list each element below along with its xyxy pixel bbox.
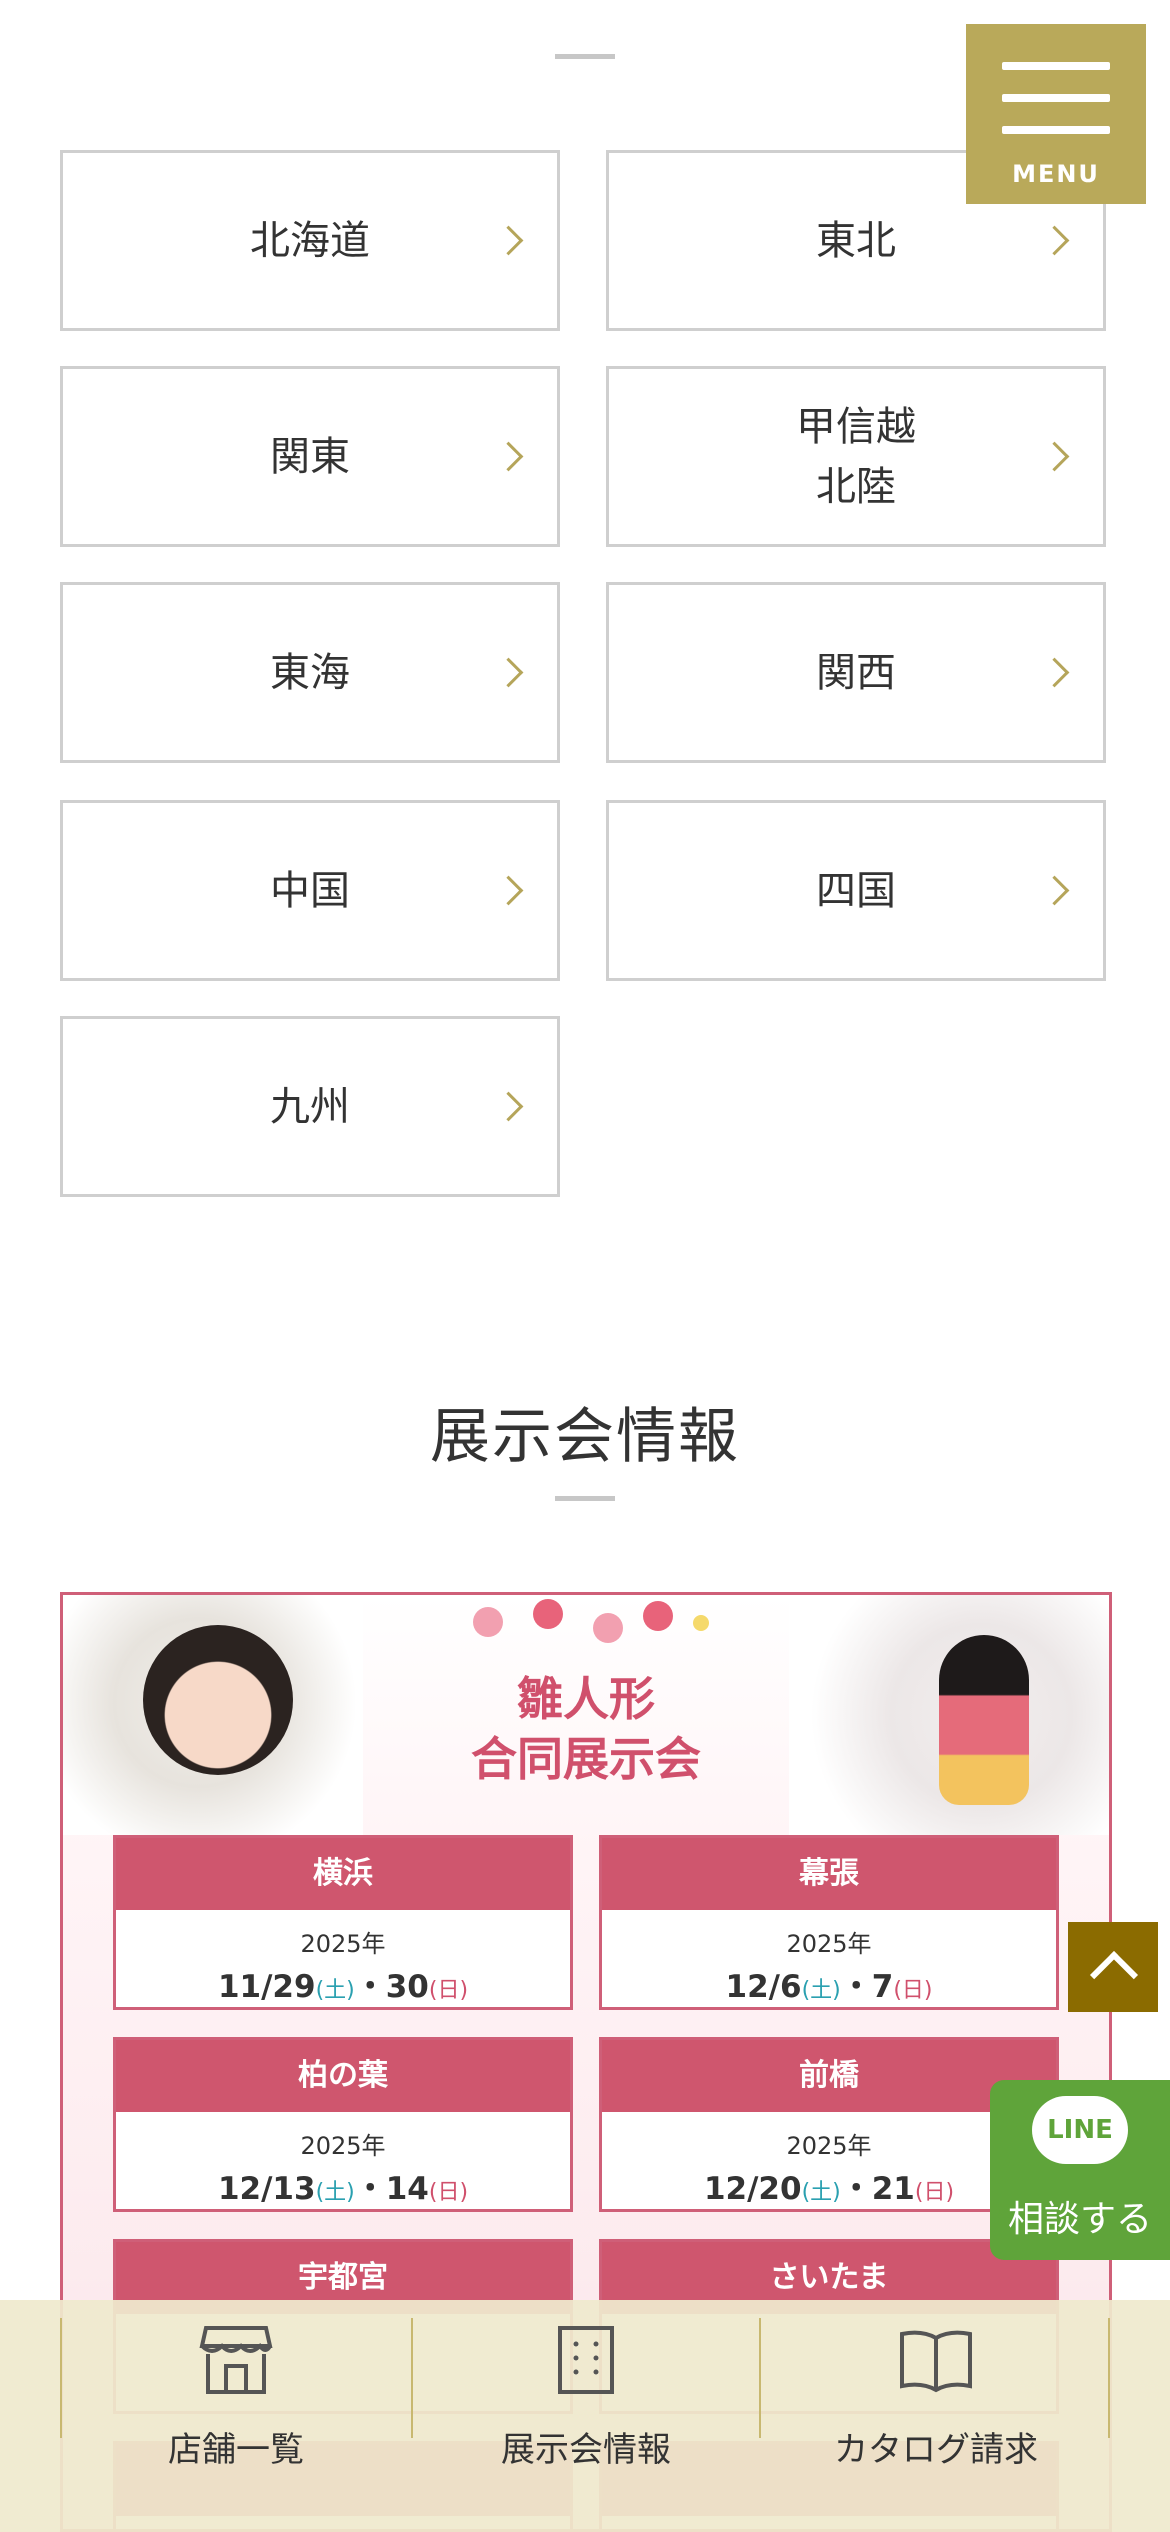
nav-item-exhibition[interactable]: 展示会情報 [412,2318,760,2478]
chevron-right-icon [1039,657,1070,687]
venue-dates: 12/6(土)・7(日) [725,1969,933,2005]
chevron-right-icon [493,875,524,905]
region-label: 甲信越 北陸 [796,403,916,510]
nav-divider [411,2318,413,2438]
venue-name: 幕張 [602,1838,1056,1910]
nav-divider [1108,2318,1110,2438]
venue-dates: 12/13(土)・14(日) [217,2171,469,2207]
region-button-kanto[interactable]: 関東 [60,366,560,547]
region-label: 中国 [270,867,350,914]
plum-blossom-decoration [443,1595,733,1665]
venue-year: 2025年 [300,2132,386,2160]
venue-year: 2025年 [300,1930,386,1958]
chevron-right-icon [493,657,524,687]
menu-label: MENU [1012,160,1100,188]
nav-label: 展示会情報 [501,2430,671,2470]
region-button-tokai[interactable]: 東海 [60,582,560,763]
section-title-rule [555,1496,615,1501]
region-button-kyushu[interactable]: 九州 [60,1016,560,1197]
line-consult-button[interactable]: LINE 相談する [990,2080,1170,2260]
venue-name: 横浜 [116,1838,570,1910]
menu-button[interactable]: MENU [966,24,1146,204]
venue-card-yokohama[interactable]: 横浜 2025年 11/29(土)・30(日) [113,1835,573,2010]
chevron-right-icon [1039,441,1070,471]
region-label: 九州 [270,1083,350,1130]
nav-label: カタログ請求 [834,2430,1038,2470]
bottom-nav: 店舗一覧 展示会情報 カタログ請求 [0,2300,1170,2532]
region-label: 東北 [816,217,896,264]
chevron-right-icon [493,1091,524,1121]
region-button-shikoku[interactable]: 四国 [606,800,1106,981]
region-label: 関東 [270,433,350,480]
section-title-rule [555,54,615,59]
building-icon [558,2326,614,2394]
region-button-koshinetsu-hokuriku[interactable]: 甲信越 北陸 [606,366,1106,547]
region-button-hokkaido[interactable]: 北海道 [60,150,560,331]
storefront-icon [199,2326,273,2394]
hamburger-icon [1002,62,1110,70]
scroll-to-top-button[interactable] [1068,1922,1158,2012]
exhibition-section-title: 展示会情報 [430,1402,740,1472]
chevron-right-icon [493,441,524,471]
venue-dates: 11/29(土)・30(日) [217,1969,469,2005]
venue-year: 2025年 [786,2132,872,2160]
venue-card-makuhari[interactable]: 幕張 2025年 12/6(土)・7(日) [599,1835,1059,2010]
chevron-up-icon [1089,1950,1139,2000]
venue-dates: 12/20(土)・21(日) [703,2171,955,2207]
region-label: 東海 [270,649,350,696]
venue-year: 2025年 [786,1930,872,1958]
venue-card-kashiwanoha[interactable]: 柏の葉 2025年 12/13(土)・14(日) [113,2037,573,2212]
region-label: 四国 [816,867,896,914]
nav-label: 店舗一覧 [168,2430,304,2470]
region-button-chugoku[interactable]: 中国 [60,800,560,981]
chevron-right-icon [1039,225,1070,255]
chevron-right-icon [1039,875,1070,905]
line-logo-icon: LINE [1032,2096,1128,2164]
region-label: 北海道 [250,217,370,264]
banner-heading: 雛人形 合同展示会 [471,1672,701,1786]
venue-name: 柏の葉 [116,2040,570,2112]
nav-divider [60,2318,62,2438]
book-icon [900,2330,972,2393]
nav-divider [759,2318,761,2438]
region-button-kansai[interactable]: 関西 [606,582,1106,763]
nav-item-store-list[interactable]: 店舗一覧 [62,2318,410,2478]
chevron-right-icon [493,225,524,255]
line-consult-label: 相談する [1007,2199,1152,2240]
nav-item-catalog-request[interactable]: カタログ請求 [762,2318,1110,2478]
region-label: 関西 [816,649,896,696]
venue-name: 前橋 [602,2040,1056,2112]
